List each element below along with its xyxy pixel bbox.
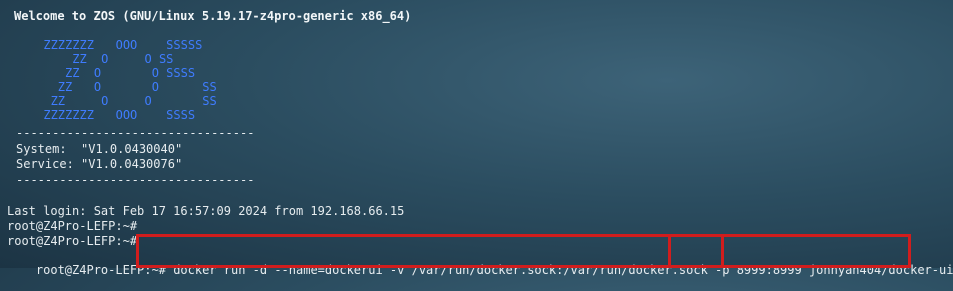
divider-bottom: --------------------------------- — [16, 173, 255, 187]
shell-prompt-1: root@Z4Pro-LEFP:~# — [7, 219, 138, 233]
shell-prompt-3: root@Z4Pro-LEFP:~# — [35, 263, 166, 277]
shell-prompt-2: root@Z4Pro-LEFP:~# — [7, 234, 138, 248]
last-login: Last login: Sat Feb 17 16:57:09 2024 fro… — [7, 204, 405, 218]
divider-top: --------------------------------- — [16, 126, 255, 140]
service-version: Service: "V1.0.0430076" — [16, 157, 183, 171]
welcome-banner: Welcome to ZOS (GNU/Linux 5.19.17-z4pro-… — [14, 9, 412, 23]
system-version: System: "V1.0.0430040" — [16, 142, 183, 156]
zos-logo-line-1: ZZZZZZZ OOO SSSSS — [0, 38, 203, 52]
zos-logo-line-2: ZZ O O SS — [0, 52, 174, 66]
zos-logo-line-3: ZZ O O SSSS — [0, 66, 196, 80]
zos-logo-line-4: ZZ O O SS — [0, 80, 217, 94]
zos-logo-line-6: ZZZZZZZ OOO SSSS — [0, 108, 196, 122]
terminal-window[interactable]: Welcome to ZOS (GNU/Linux 5.19.17-z4pro-… — [0, 0, 953, 277]
docker-command[interactable]: docker run -d --name=dockerui -v /var/ru… — [173, 263, 953, 277]
zos-logo-line-5: ZZ O O SS — [0, 94, 217, 108]
command-line[interactable]: root@Z4Pro-LEFP:~# docker run -d --name=… — [7, 249, 953, 277]
